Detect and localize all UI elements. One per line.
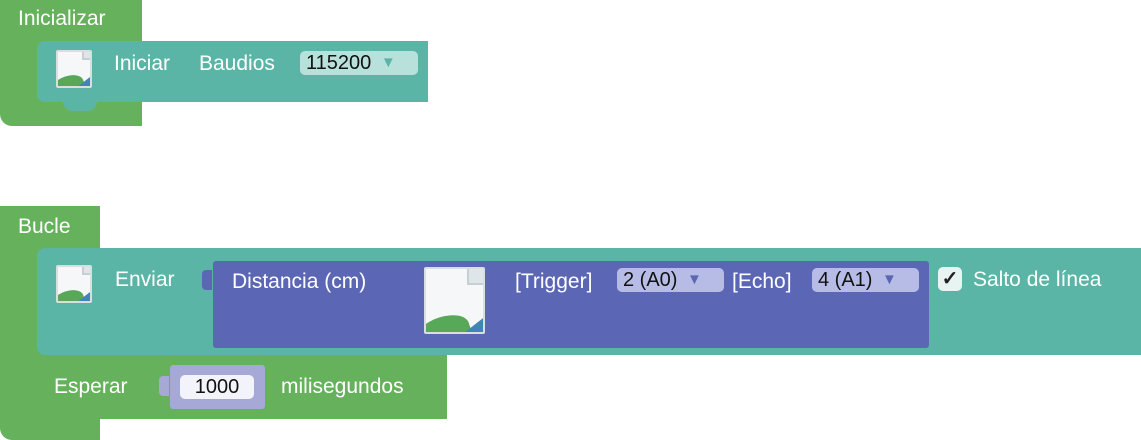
distance-label: Distancia (cm) [232,270,367,293]
chevron-down-icon: ▼ [380,54,396,71]
newline-label: Salto de línea [973,268,1102,291]
blocks-canvas: Inicializar Iniciar Baudios 115200 ▼ Buc… [0,0,1141,440]
echo-label: [Echo] [732,270,792,293]
distance-image-icon [424,267,485,334]
send-label: Enviar [115,268,175,291]
wait-label: Esperar [54,375,128,398]
start-label: Iniciar [114,52,171,75]
trigger-value: 2 (A0) [623,269,678,291]
wait-unit-label: milisegundos [281,375,404,398]
baud-label: Baudios [199,52,275,75]
wait-block-notch [63,418,97,428]
chevron-down-icon: ▼ [882,271,897,288]
serial-init-notch [63,101,97,111]
chevron-down-icon: ▼ [687,271,702,288]
distance-connector [202,270,212,290]
wait-value-field[interactable]: 1000 [180,375,254,399]
trigger-dropdown[interactable]: 2 (A0) ▼ [617,268,724,292]
wait-value-connector [159,376,169,396]
baud-dropdown[interactable]: 115200 ▼ [300,51,418,75]
wait-value: 1000 [194,376,240,398]
baud-value: 115200 [306,52,372,74]
loop-title: Bucle [18,215,71,238]
newline-checkbox[interactable]: ✓ [938,267,962,291]
echo-value: 4 (A1) [818,269,873,291]
serial-image-icon [56,50,92,88]
send-image-icon [56,265,92,303]
init-title: Inicializar [18,7,106,30]
trigger-label: [Trigger] [515,270,593,293]
echo-dropdown[interactable]: 4 (A1) ▼ [812,268,919,292]
